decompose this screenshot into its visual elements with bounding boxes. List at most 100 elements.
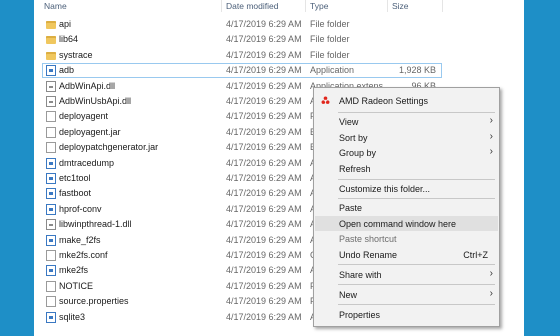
file-name: AdbWinUsbApi.dll (59, 96, 132, 106)
file-date-modified: 4/17/2019 6:29 AM (226, 311, 302, 322)
file-type: File folder (310, 49, 350, 60)
menu-separator (338, 264, 495, 265)
file-date-modified: 4/17/2019 6:29 AM (226, 219, 302, 230)
menu-label: Open command window here (339, 219, 457, 229)
menu-item-open-command-window[interactable]: Open command window here (315, 216, 498, 231)
amd-radeon-icon (321, 96, 330, 104)
column-date-modified[interactable]: Date modified (226, 1, 278, 11)
file-name: lib64 (59, 34, 79, 45)
menu-item-new[interactable]: New › (315, 287, 498, 302)
file-name: deploypatchgenerator.jar (59, 142, 159, 153)
chevron-right-icon: › (489, 131, 493, 142)
file-row[interactable]: systrace 4/17/2019 6:29 AM File folder (34, 48, 442, 63)
menu-label: Sort by (339, 133, 368, 143)
menu-item-paste[interactable]: Paste (315, 200, 498, 215)
menu-item-amd-radeon-settings[interactable]: AMD Radeon Settings (315, 93, 498, 108)
menu-item-sort-by[interactable]: Sort by › (315, 130, 498, 145)
menu-label: Customize this folder... (339, 184, 431, 194)
dll-icon (46, 80, 56, 92)
menu-label: Undo Rename (339, 250, 398, 260)
file-name: etc1tool (59, 173, 91, 183)
file-date-modified: 4/17/2019 6:29 AM (226, 34, 302, 45)
menu-label: Paste shortcut (339, 234, 397, 244)
menu-item-group-by[interactable]: Group by › (315, 145, 498, 160)
menu-separator (338, 112, 495, 113)
menu-separator (338, 179, 495, 180)
menu-label: Group by (339, 148, 377, 158)
menu-separator (338, 198, 495, 199)
file-row[interactable]: lib64 4/17/2019 6:29 AM File folder (34, 32, 442, 47)
file-row[interactable]: adb 4/17/2019 6:29 AM Application 1,928 KB (42, 63, 442, 79)
menu-label: Properties (339, 310, 381, 320)
column-type[interactable]: Type (310, 1, 328, 11)
menu-label: AMD Radeon Settings (339, 96, 429, 106)
file-date-modified: 4/17/2019 6:29 AM (226, 126, 302, 137)
application-icon (46, 234, 56, 246)
file-icon (46, 142, 56, 154)
context-menu: AMD Radeon Settings View › Sort by › Gro… (313, 87, 500, 327)
file-row[interactable]: api 4/17/2019 6:29 AM File folder (34, 17, 442, 32)
application-icon (46, 173, 56, 184)
menu-label: Refresh (339, 164, 371, 174)
application-icon (46, 188, 56, 200)
file-date-modified: 4/17/2019 6:29 AM (226, 80, 302, 91)
file-name: systrace (59, 49, 93, 60)
column-name[interactable]: Name (44, 1, 67, 11)
menu-item-paste-shortcut[interactable]: Paste shortcut (315, 231, 498, 246)
file-name: source.properties (59, 296, 129, 307)
file-date-modified: 4/17/2019 6:29 AM (226, 296, 302, 307)
application-icon (46, 157, 56, 169)
menu-item-customize-folder[interactable]: Customize this folder... (315, 181, 498, 196)
file-name: dmtracedump (59, 157, 115, 168)
column-header: Name Date modified Type Size (34, 0, 524, 12)
folder-icon (46, 51, 56, 60)
file-icon (46, 296, 56, 308)
column-divider[interactable] (442, 0, 443, 12)
file-name: mke2fs (59, 265, 89, 276)
menu-item-refresh[interactable]: Refresh (315, 161, 498, 176)
file-name: make_f2fs (59, 234, 101, 245)
file-name: AdbWinApi.dll (59, 80, 116, 91)
file-date-modified: 4/17/2019 6:29 AM (226, 111, 302, 122)
chevron-right-icon: › (489, 268, 493, 279)
file-icon (46, 111, 56, 123)
file-icon (46, 250, 56, 261)
file-date-modified: 4/17/2019 6:29 AM (226, 49, 302, 60)
chevron-right-icon: › (489, 115, 493, 126)
file-name: NOTICE (59, 280, 94, 291)
dll-icon (46, 219, 56, 231)
menu-label: Share with (339, 270, 382, 280)
file-date-modified: 4/17/2019 6:29 AM (226, 265, 302, 276)
file-name: adb (59, 65, 75, 76)
column-size[interactable]: Size (392, 1, 409, 11)
menu-label: View (339, 117, 359, 127)
file-type: File folder (310, 19, 350, 29)
folder-icon (46, 36, 56, 45)
file-size: 1,928 KB (398, 65, 436, 76)
menu-separator (338, 304, 495, 305)
column-divider[interactable] (387, 0, 388, 12)
file-name: deployagent.jar (59, 126, 121, 137)
menu-item-share-with[interactable]: Share with › (315, 267, 498, 282)
column-divider[interactable] (221, 0, 222, 12)
file-name: fastboot (59, 188, 92, 199)
file-name: sqlite3 (59, 311, 86, 322)
menu-item-undo-rename[interactable]: Undo Rename Ctrl+Z (315, 247, 498, 262)
file-date-modified: 4/17/2019 6:29 AM (226, 234, 302, 245)
menu-label: Paste (339, 203, 363, 213)
file-name: api (59, 19, 72, 29)
menu-item-view[interactable]: View › (315, 114, 498, 129)
file-date-modified: 4/17/2019 6:29 AM (226, 157, 302, 168)
file-name: mke2fs.conf (59, 250, 108, 260)
menu-item-properties[interactable]: Properties (315, 307, 498, 322)
column-divider[interactable] (305, 0, 306, 12)
file-icon (46, 126, 56, 138)
file-type: Application (310, 65, 355, 76)
file-type: File folder (310, 34, 350, 45)
file-date-modified: 4/17/2019 6:29 AM (226, 173, 302, 183)
file-date-modified: 4/17/2019 6:29 AM (226, 65, 302, 76)
file-date-modified: 4/17/2019 6:29 AM (226, 250, 302, 260)
file-date-modified: 4/17/2019 6:29 AM (226, 203, 302, 214)
application-icon (46, 65, 56, 77)
file-name: deployagent (59, 111, 109, 122)
